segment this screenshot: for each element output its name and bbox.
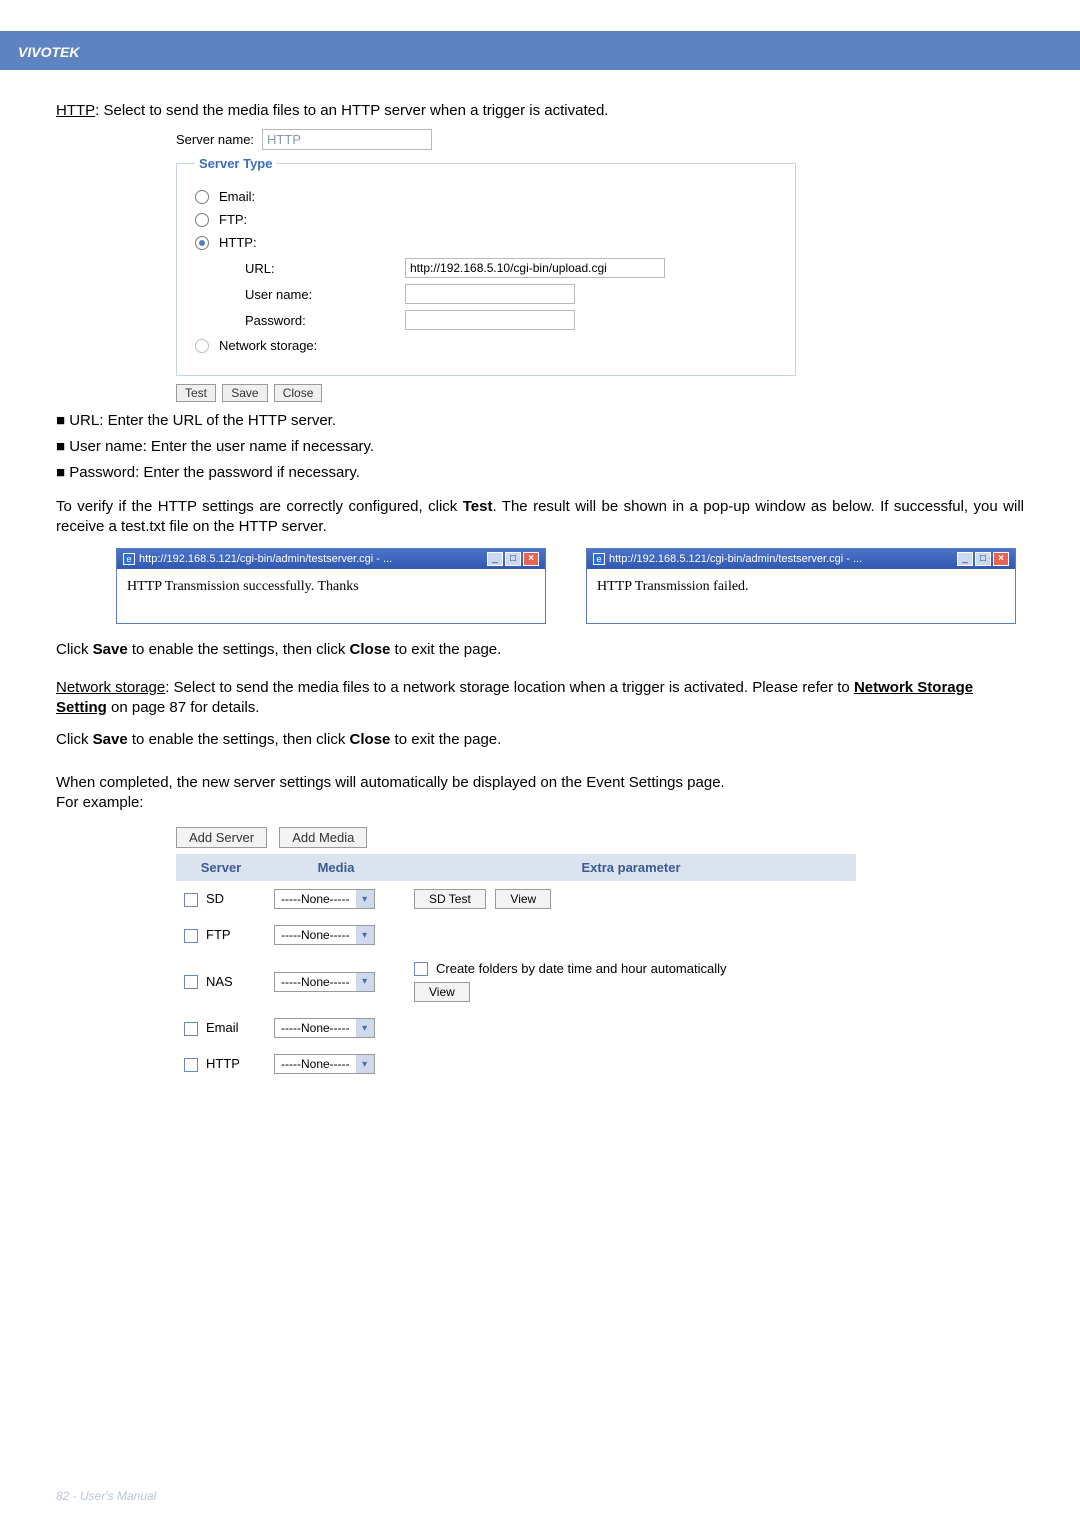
table-row: FTP -----None-----▾ <box>176 917 856 953</box>
server-type-legend: Server Type <box>195 156 276 171</box>
completed-paragraph: When completed, the new server settings … <box>56 773 1024 814</box>
test-button[interactable]: Test <box>176 384 216 402</box>
server-name-input[interactable] <box>262 129 432 150</box>
http-intro: HTTP: Select to send the media files to … <box>56 102 1024 119</box>
checkbox-http[interactable] <box>184 1058 198 1072</box>
popup-fail-body: HTTP Transmission failed. <box>587 569 1015 623</box>
ie-icon: e <box>123 553 135 565</box>
row-http-label: HTTP <box>206 1056 240 1071</box>
bullet-username: ■ User name: Enter the user name if nece… <box>56 438 1024 455</box>
bullet-url: ■ URL: Enter the URL of the HTTP server. <box>56 412 1024 429</box>
popup-success-body: HTTP Transmission successfully. Thanks <box>117 569 545 623</box>
create-folders-label: Create folders by date time and hour aut… <box>436 961 727 976</box>
chevron-down-icon: ▾ <box>356 973 374 991</box>
checkbox-email[interactable] <box>184 1022 198 1036</box>
close-icon[interactable]: × <box>523 552 539 566</box>
checkbox-create-folders[interactable] <box>414 962 428 976</box>
row-email-label: Email <box>206 1020 239 1035</box>
th-media: Media <box>266 854 406 881</box>
chevron-down-icon: ▾ <box>356 890 374 908</box>
row-sd-label: SD <box>206 891 224 906</box>
view-button[interactable]: View <box>495 889 551 909</box>
checkbox-nas[interactable] <box>184 975 198 989</box>
row-nas-label: NAS <box>206 974 233 989</box>
radio-http-label: HTTP: <box>219 235 257 250</box>
server-name-label: Server name: <box>176 132 254 147</box>
maximize-icon[interactable]: □ <box>975 552 991 566</box>
popup-fail: e http://192.168.5.121/cgi-bin/admin/tes… <box>586 548 1016 624</box>
url-label: URL: <box>245 261 405 276</box>
row-ftp-label: FTP <box>206 927 231 942</box>
radio-ftp[interactable] <box>195 213 209 227</box>
popup-success: e http://192.168.5.121/cgi-bin/admin/tes… <box>116 548 546 624</box>
add-server-button[interactable]: Add Server <box>176 827 267 848</box>
network-storage-paragraph: Network storage: Select to send the medi… <box>56 678 1024 719</box>
maximize-icon[interactable]: □ <box>505 552 521 566</box>
close-icon[interactable]: × <box>993 552 1009 566</box>
page-footer: 82 - User's Manual <box>56 1489 156 1503</box>
radio-http[interactable] <box>195 236 209 250</box>
minimize-icon[interactable]: _ <box>487 552 503 566</box>
url-input[interactable] <box>405 258 665 278</box>
table-row: NAS -----None-----▾ Create folders by da… <box>176 953 856 1010</box>
media-select-http[interactable]: -----None-----▾ <box>274 1054 375 1074</box>
view-button-nas[interactable]: View <box>414 982 470 1002</box>
th-extra: Extra parameter <box>406 854 856 881</box>
popup-title-text: http://192.168.5.121/cgi-bin/admin/tests… <box>139 553 485 565</box>
server-type-fieldset: Server Type Email: FTP: HTTP: URL: <box>176 156 796 376</box>
minimize-icon[interactable]: _ <box>957 552 973 566</box>
media-select-ftp[interactable]: -----None-----▾ <box>274 925 375 945</box>
chevron-down-icon: ▾ <box>356 1055 374 1073</box>
radio-email[interactable] <box>195 190 209 204</box>
ie-icon: e <box>593 553 605 565</box>
chevron-down-icon: ▾ <box>356 1019 374 1037</box>
table-row: SD -----None-----▾ SD Test View <box>176 881 856 917</box>
username-label: User name: <box>245 287 405 302</box>
checkbox-ftp[interactable] <box>184 929 198 943</box>
media-select-nas[interactable]: -----None-----▾ <box>274 972 375 992</box>
save-button[interactable]: Save <box>222 384 267 402</box>
add-media-button[interactable]: Add Media <box>279 827 367 848</box>
sd-test-button[interactable]: SD Test <box>414 889 486 909</box>
brand-header: VIVOTEK <box>0 34 1080 70</box>
save-instruction-1: Click Save to enable the settings, then … <box>56 640 1024 660</box>
verify-paragraph: To verify if the HTTP settings are corre… <box>56 497 1024 538</box>
media-select-sd[interactable]: -----None-----▾ <box>274 889 375 909</box>
bullet-password: ■ Password: Enter the password if necess… <box>56 464 1024 481</box>
radio-network-storage-label: Network storage: <box>219 338 317 353</box>
password-label: Password: <box>245 313 405 328</box>
radio-ftp-label: FTP: <box>219 212 247 227</box>
table-row: Email -----None-----▾ <box>176 1010 856 1046</box>
radio-network-storage[interactable] <box>195 339 209 353</box>
http-intro-text: : Select to send the media files to an H… <box>95 102 608 119</box>
popup-title-text: http://192.168.5.121/cgi-bin/admin/tests… <box>609 553 955 565</box>
close-button[interactable]: Close <box>274 384 323 402</box>
radio-email-label: Email: <box>219 189 255 204</box>
http-intro-prefix: HTTP <box>56 102 95 119</box>
media-select-email[interactable]: -----None-----▾ <box>274 1018 375 1038</box>
table-row: HTTP -----None-----▾ <box>176 1046 856 1082</box>
save-instruction-2: Click Save to enable the settings, then … <box>56 730 1024 750</box>
chevron-down-icon: ▾ <box>356 926 374 944</box>
password-input[interactable] <box>405 310 575 330</box>
checkbox-sd[interactable] <box>184 893 198 907</box>
event-table: Server Media Extra parameter SD -----Non… <box>176 854 856 1082</box>
th-server: Server <box>176 854 266 881</box>
username-input[interactable] <box>405 284 575 304</box>
